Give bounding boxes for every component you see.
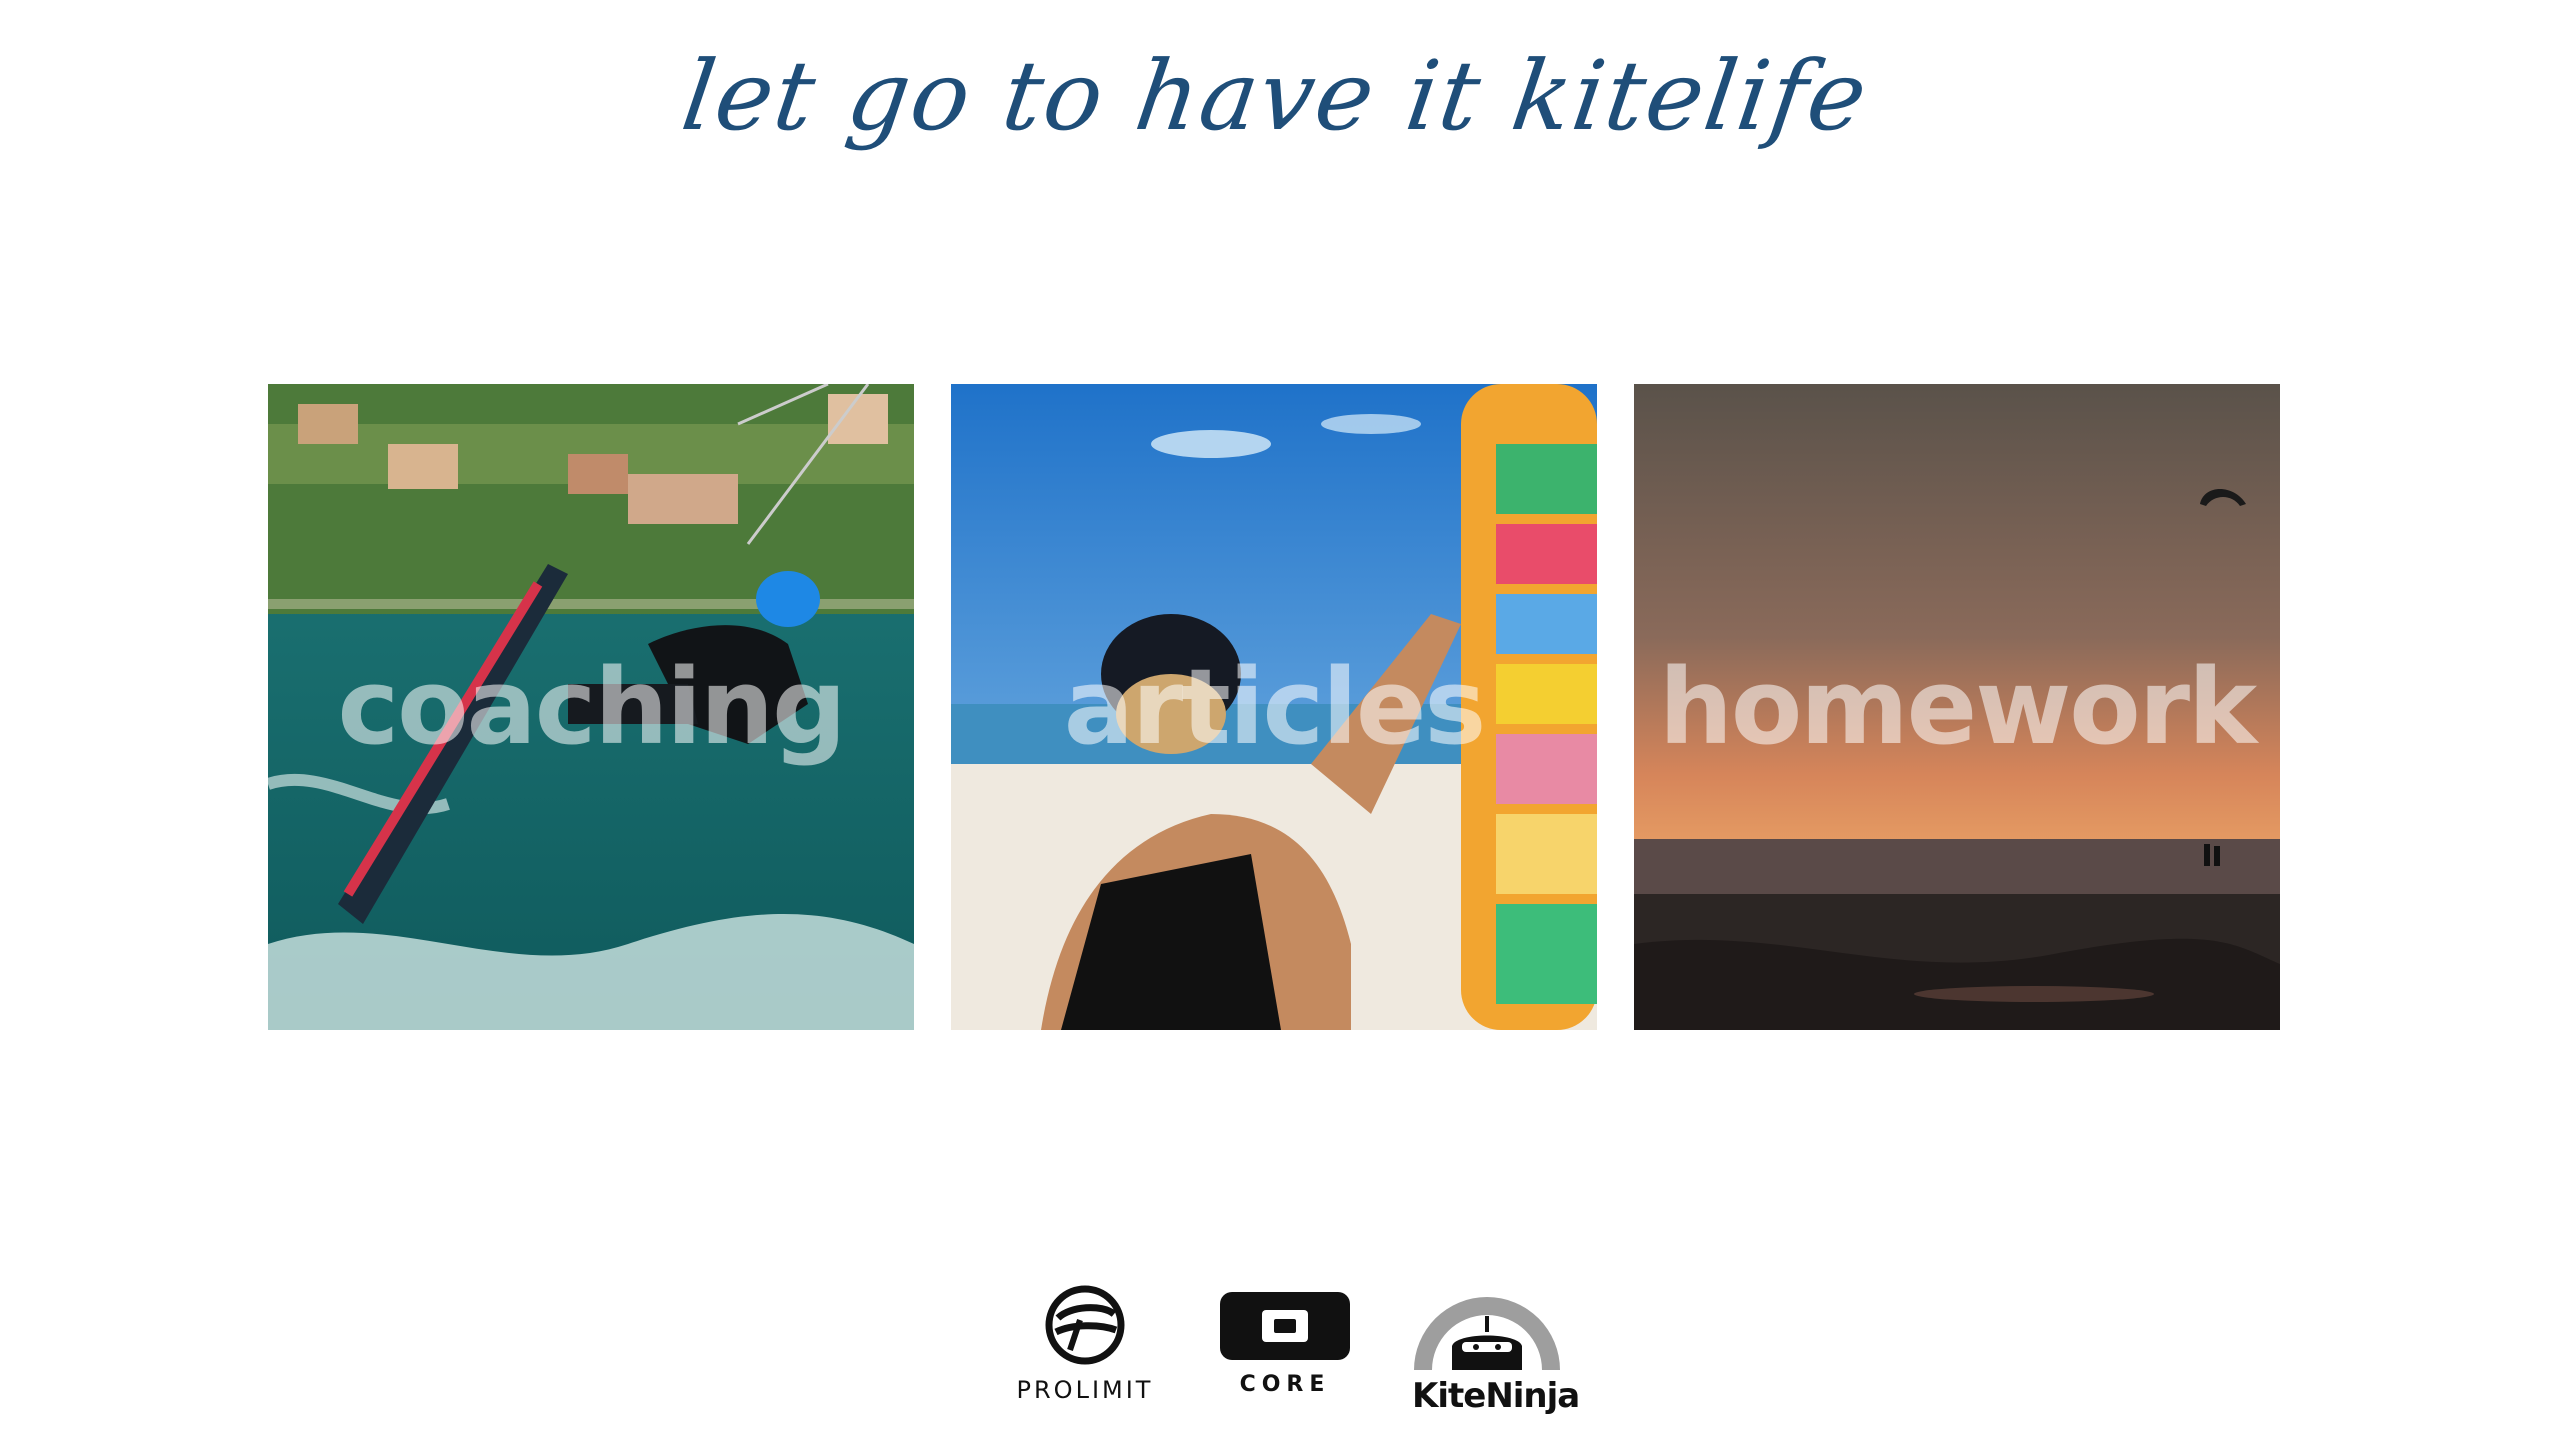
tile-label-coaching: coaching xyxy=(337,646,846,768)
core-logo[interactable]: CORE xyxy=(1218,1280,1352,1430)
tile-label-articles: articles xyxy=(1063,646,1487,768)
tagline: let go to have it kitelife xyxy=(675,40,1876,152)
prolimit-logo[interactable]: PROLIMIT xyxy=(1010,1280,1160,1430)
tile-label-homework: homework xyxy=(1658,646,2257,768)
tile-articles[interactable]: articles xyxy=(951,384,1597,1030)
kiteninja-logo[interactable]: KiteNinja xyxy=(1412,1280,1580,1430)
kiteninja-emblem-icon xyxy=(1414,1297,1560,1370)
core-emblem-icon xyxy=(1220,1292,1350,1360)
tile-coaching[interactable]: coaching xyxy=(268,384,914,1030)
core-label: CORE xyxy=(1239,1372,1331,1397)
kiteninja-label: KiteNinja xyxy=(1412,1376,1580,1416)
prolimit-emblem-icon xyxy=(1045,1285,1125,1365)
prolimit-label: PROLIMIT xyxy=(1016,1376,1154,1404)
page: let go to have it kitelife coaching arti… xyxy=(0,0,2551,1440)
tile-homework[interactable]: homework xyxy=(1634,384,2280,1030)
sponsor-logos: PROLIMIT CORE KiteNinja xyxy=(0,1280,2551,1430)
